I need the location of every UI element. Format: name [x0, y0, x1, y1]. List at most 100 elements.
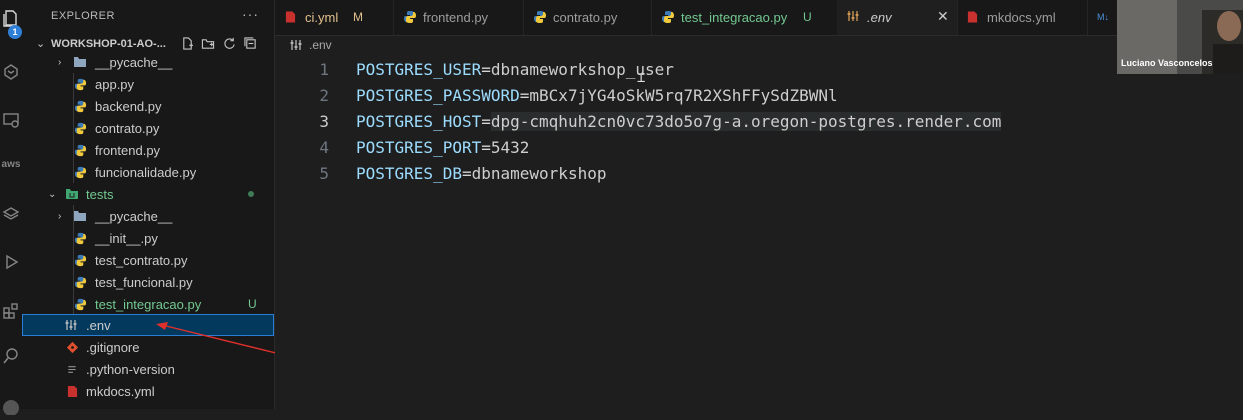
code-text: POSTGRES_HOST=dpg-cmqhuh2cn0vc73do5o7g-a…	[356, 112, 1002, 131]
tree-item-label: app.py	[95, 76, 135, 92]
tab-status-badge: M	[353, 10, 363, 24]
env-key: POSTGRES_DB	[356, 164, 462, 183]
tree-item[interactable]: __init__.py	[22, 227, 274, 249]
tree-item-label: mkdocs.yml	[86, 383, 155, 399]
code-line[interactable]: 2 POSTGRES_PASSWORD=mBCx7jYG4oSkW5rq7R2XS…	[275, 82, 1243, 108]
text-cursor-icon: ⌶	[637, 70, 646, 86]
close-icon[interactable]: ✕	[937, 8, 949, 25]
tab-label: test_integracao.py	[681, 10, 788, 25]
new-file-icon[interactable]	[180, 36, 194, 50]
tab-6[interactable]: mkdocs.yml	[957, 0, 1088, 35]
env-value: dpg-cmqhuh2cn0vc73do5o7g-a.oregon-postgr…	[490, 112, 1002, 131]
python-icon	[403, 10, 417, 24]
tree-item[interactable]: .python-version	[22, 358, 274, 380]
chevron-right-icon[interactable]: ›	[58, 57, 61, 68]
webcam-overlay: Luciano Vasconcelos	[1117, 0, 1243, 74]
tree-item[interactable]: test_integracao.py U	[22, 293, 274, 315]
tab-label: frontend.py	[423, 10, 489, 25]
tree-item[interactable]: test_contrato.py	[22, 249, 274, 271]
more-actions-icon[interactable]: ···	[242, 6, 259, 22]
account-icon[interactable]	[0, 392, 22, 420]
yaml-icon	[967, 10, 981, 24]
line-number: 3	[319, 112, 329, 131]
python-file-icon	[73, 231, 87, 245]
tree-item-label: __init__.py	[95, 230, 158, 246]
notification-badge: 1	[8, 25, 22, 39]
chevron-down-icon[interactable]: ⌄	[48, 189, 56, 200]
code-text: POSTGRES_USER=dbnameworkshop_user	[356, 60, 674, 79]
tree-item[interactable]: app.py	[22, 73, 274, 95]
search-icon[interactable]	[0, 342, 22, 370]
refresh-icon[interactable]	[222, 36, 236, 50]
tree-item[interactable]: .gitignore	[22, 336, 274, 358]
code-text: POSTGRES_PASSWORD=mBCx7jYG4oSkW5rq7R2XSh…	[356, 86, 838, 105]
env-icon	[847, 10, 861, 24]
python-file-icon	[73, 143, 87, 157]
explorer-header: EXPLORER	[51, 10, 115, 22]
tree-item-label: test_funcional.py	[95, 274, 193, 290]
tab-1[interactable]: ci.yml M	[275, 0, 394, 35]
env-key: POSTGRES_USER	[356, 60, 482, 79]
workspace-actions	[180, 36, 257, 50]
collapse-all-icon[interactable]	[243, 36, 257, 50]
tree-item[interactable]: funcionalidade.py	[22, 161, 274, 183]
code-line[interactable]: 1 POSTGRES_USER=dbnameworkshop_user	[275, 56, 1243, 82]
tree-item[interactable]: test_funcional.py	[22, 271, 274, 293]
folder-icon	[73, 209, 87, 223]
equals-sign: =	[481, 138, 491, 157]
remote-icon[interactable]	[0, 58, 22, 86]
tree-item[interactable]: .env	[22, 314, 274, 336]
extensions-icon[interactable]	[0, 296, 22, 324]
tab-3[interactable]: contrato.py	[523, 0, 652, 35]
new-folder-icon[interactable]	[201, 36, 215, 50]
tab-4[interactable]: test_integracao.py U	[651, 0, 838, 35]
env-file-icon	[290, 40, 302, 50]
run-debug-icon[interactable]	[0, 248, 22, 276]
python-file-icon	[73, 99, 87, 113]
tab-label: M↓	[1097, 12, 1109, 22]
tree-item-label: .python-version	[86, 361, 175, 377]
env-key: POSTGRES_PASSWORD	[356, 86, 520, 105]
tab-status-badge: U	[803, 10, 812, 24]
code-line[interactable]: 4 POSTGRES_PORT=5432	[275, 134, 1243, 160]
equals-sign: =	[519, 86, 530, 105]
code-text: POSTGRES_PORT=5432	[356, 138, 529, 157]
breadcrumb-file[interactable]: .env	[309, 38, 332, 52]
tree-item[interactable]: contrato.py	[22, 117, 274, 139]
python-file-icon	[73, 297, 87, 311]
tree-item[interactable]: frontend.py	[22, 139, 274, 161]
tree-item-label: __pycache__	[95, 208, 173, 224]
tab-label: ci.yml	[305, 10, 339, 25]
remote-explorer-icon[interactable]	[0, 106, 22, 134]
tree-item[interactable]: › __pycache__	[22, 205, 274, 227]
env-key: POSTGRES_PORT	[356, 138, 482, 157]
tree-item-label: .env	[86, 317, 111, 333]
code-line[interactable]: 3 POSTGRES_HOST=dpg-cmqhuh2cn0vc73do5o7g-…	[275, 108, 1243, 134]
test-folder-icon	[65, 187, 79, 201]
aws-icon[interactable]: aws	[0, 150, 22, 178]
python-file-icon	[73, 275, 87, 289]
line-number: 2	[319, 86, 329, 105]
line-number: 5	[319, 164, 329, 183]
tree-item-label: tests	[86, 186, 114, 202]
breadcrumb[interactable]: .env	[290, 38, 332, 52]
tab-2[interactable]: frontend.py	[393, 0, 524, 35]
explorer-sidebar: EXPLORER ··· ⌄ WORKSHOP-01-AO-... › __pyc…	[22, 0, 281, 409]
tree-item[interactable]: › __pycache__	[22, 51, 274, 73]
text-file-icon	[65, 362, 79, 376]
tab-bar: ci.yml Mfrontend.py contrato.py test_integr…	[275, 0, 1243, 36]
tree-item[interactable]: mkdocs.yml	[22, 380, 274, 402]
env-value: mBCx7jYG4oSkW5rq7R2XShFFySdZBWNl	[529, 86, 838, 105]
layers-icon[interactable]	[0, 200, 22, 228]
code-line[interactable]: 5 POSTGRES_DB=dbnameworkshop	[275, 160, 1243, 186]
python-file-icon	[73, 121, 87, 135]
code-editor[interactable]: 1 POSTGRES_USER=dbnameworkshop_user 2 POSTG…	[275, 56, 1243, 409]
tab-5[interactable]: .env ✕	[837, 0, 958, 35]
tree-item[interactable]: backend.py	[22, 95, 274, 117]
git-status-badge: U	[248, 297, 257, 311]
chevron-right-icon[interactable]: ›	[58, 211, 61, 222]
tree-item-label: backend.py	[95, 98, 162, 114]
chevron-down-icon[interactable]: ⌄	[36, 37, 45, 50]
tree-item-label: __pycache__	[95, 54, 173, 70]
tree-item[interactable]: ⌄ tests	[22, 183, 274, 205]
